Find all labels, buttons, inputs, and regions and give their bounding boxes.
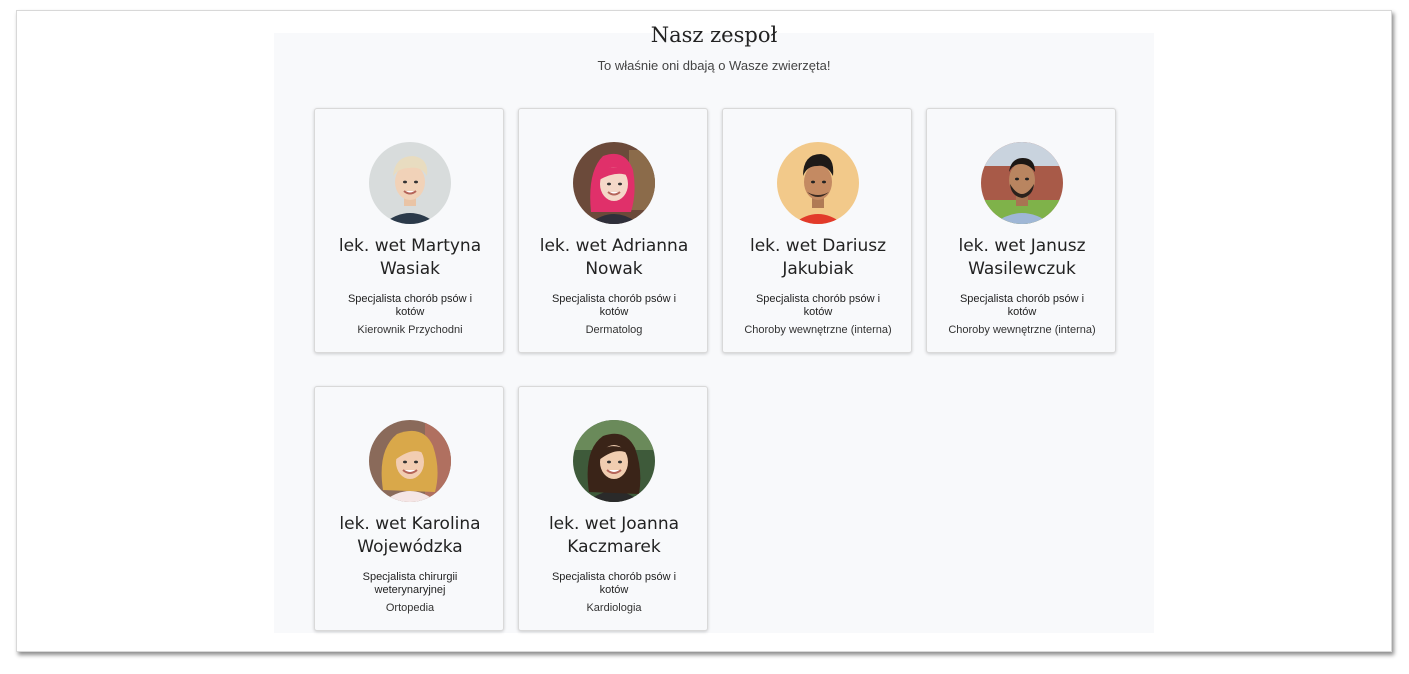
- avatar: [573, 420, 655, 502]
- member-specialization: Specjalista chorób psów i kotów: [551, 293, 677, 318]
- member-role: Dermatolog: [585, 324, 643, 336]
- section-subtitle: To właśnie oni dbają o Wasze zwierzęta!: [597, 58, 831, 73]
- member-role: Choroby wewnętrzne (interna): [744, 324, 892, 336]
- avatar: [369, 420, 451, 502]
- member-name: lek. wet Martyna Wasiak: [338, 236, 482, 279]
- section-title: Nasz zespoł: [650, 23, 778, 47]
- member-specialization: Specjalista chorób psów i kotów: [551, 571, 677, 596]
- member-specialization: Specjalista chorób psów i kotów: [347, 293, 473, 318]
- team-section: Nasz zespoł To właśnie oni dbają o Wasze…: [274, 23, 1154, 633]
- team-card: lek. wet Karolina Wojewódzka Specjalista…: [314, 386, 504, 631]
- team-card: lek. wet Joanna Kaczmarek Specjalista ch…: [518, 386, 708, 631]
- team-card: lek. wet Adrianna Nowak Specjalista chor…: [518, 108, 708, 353]
- team-card: lek. wet Janusz Wasilewczuk Specjalista …: [926, 108, 1116, 353]
- member-name: lek. wet Dariusz Jakubiak: [749, 236, 887, 279]
- member-role: Ortopedia: [385, 602, 435, 614]
- team-card: lek. wet Dariusz Jakubiak Specjalista ch…: [722, 108, 912, 353]
- member-role: Kierownik Przychodni: [357, 324, 463, 336]
- member-specialization: Specjalista chirurgii weterynaryjnej: [362, 571, 458, 596]
- avatar: [573, 142, 655, 224]
- member-specialization: Specjalista chorób psów i kotów: [755, 293, 881, 318]
- member-name: lek. wet Joanna Kaczmarek: [548, 514, 680, 557]
- avatar: [777, 142, 859, 224]
- team-card: lek. wet Martyna Wasiak Specjalista chor…: [314, 108, 504, 353]
- member-name: lek. wet Karolina Wojewódzka: [339, 514, 481, 557]
- avatar: [981, 142, 1063, 224]
- member-name: lek. wet Janusz Wasilewczuk: [958, 236, 1086, 279]
- avatar: [369, 142, 451, 224]
- member-name: lek. wet Adrianna Nowak: [539, 236, 689, 279]
- member-specialization: Specjalista chorób psów i kotów: [959, 293, 1085, 318]
- member-role: Choroby wewnętrzne (interna): [948, 324, 1096, 336]
- member-role: Kardiologia: [586, 602, 642, 614]
